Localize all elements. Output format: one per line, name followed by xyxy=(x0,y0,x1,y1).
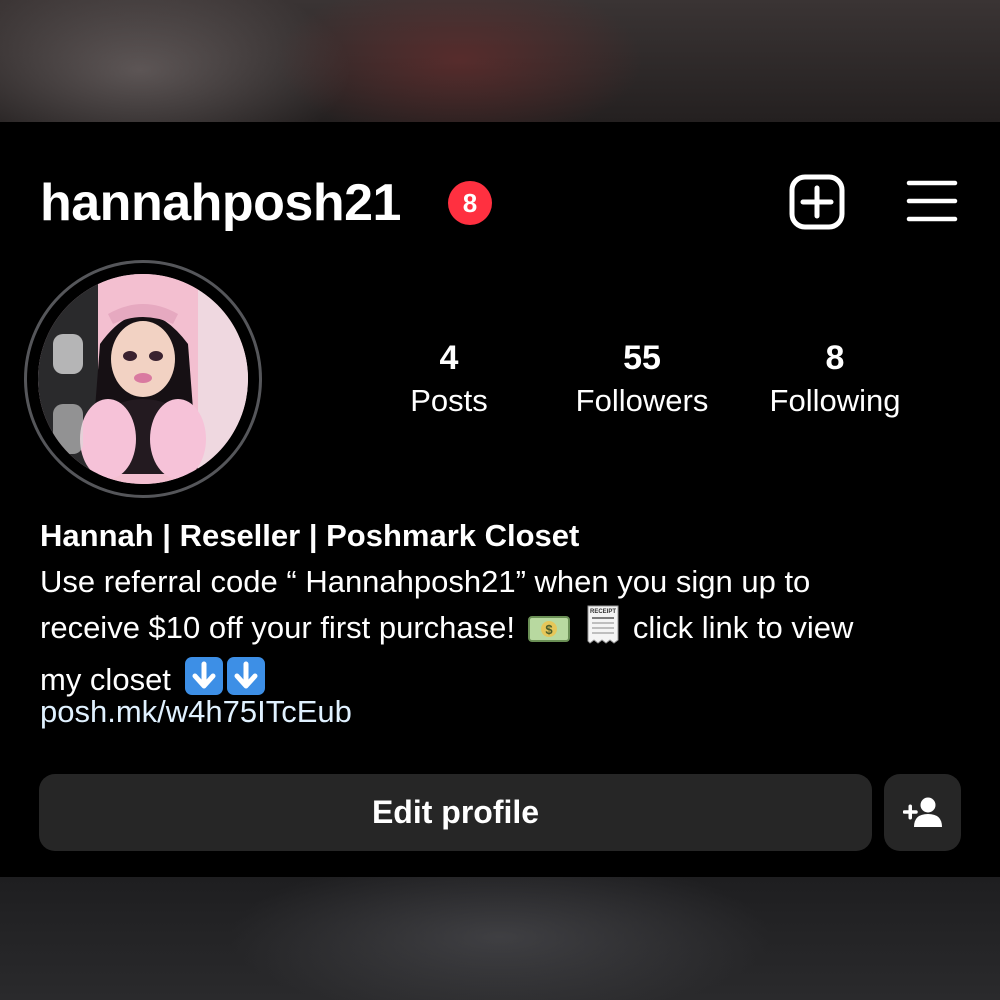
receipt-emoji: RECEIPT xyxy=(586,604,620,656)
bio-text: Use referral code “ Hannahposh21” when y… xyxy=(40,560,970,708)
following-label: Following xyxy=(769,383,901,418)
svg-text:$: $ xyxy=(545,622,553,637)
bio-line-2: receive $10 off your first purchase! $ R… xyxy=(40,604,970,656)
avatar[interactable] xyxy=(38,274,248,484)
profile-panel: hannahposh21 8 4 Posts 55 Followers 8 Fo… xyxy=(0,122,1000,877)
stat-followers[interactable]: 55 Followers xyxy=(542,337,742,423)
blurred-background-top xyxy=(0,0,1000,122)
plus-square-icon xyxy=(789,174,845,230)
bio-name: Hannah | Reseller | Poshmark Closet xyxy=(40,518,580,553)
following-count: 8 xyxy=(825,339,845,377)
money-bill-emoji: $ xyxy=(527,612,570,656)
blurred-background-bottom xyxy=(0,877,1000,1000)
followers-count: 55 xyxy=(623,339,661,377)
menu-button[interactable] xyxy=(906,178,958,224)
hamburger-menu-icon xyxy=(906,180,958,222)
discover-people-button[interactable] xyxy=(884,774,961,851)
stat-posts[interactable]: 4 Posts xyxy=(349,337,549,423)
avatar-image xyxy=(38,274,248,484)
create-post-button[interactable] xyxy=(789,174,845,230)
bio-line-2-b: click link to view xyxy=(632,610,854,645)
receipt-emoji-label: RECEIPT xyxy=(590,609,616,615)
posts-label: Posts xyxy=(410,383,488,418)
followers-label: Followers xyxy=(575,383,709,418)
bio-line-1: Use referral code “ Hannahposh21” when y… xyxy=(40,564,811,599)
stat-following[interactable]: 8 Following xyxy=(735,337,935,423)
bio-link[interactable]: posh.mk/w4h75ITcEub xyxy=(40,690,352,734)
bio-line-2-a: receive $10 off your first purchase! xyxy=(40,610,516,645)
notification-badge: 8 xyxy=(448,181,492,225)
username-title[interactable]: hannahposh21 xyxy=(40,172,401,234)
posts-count: 4 xyxy=(439,339,459,377)
edit-profile-button[interactable]: Edit profile xyxy=(39,774,872,851)
add-person-icon xyxy=(903,797,942,827)
